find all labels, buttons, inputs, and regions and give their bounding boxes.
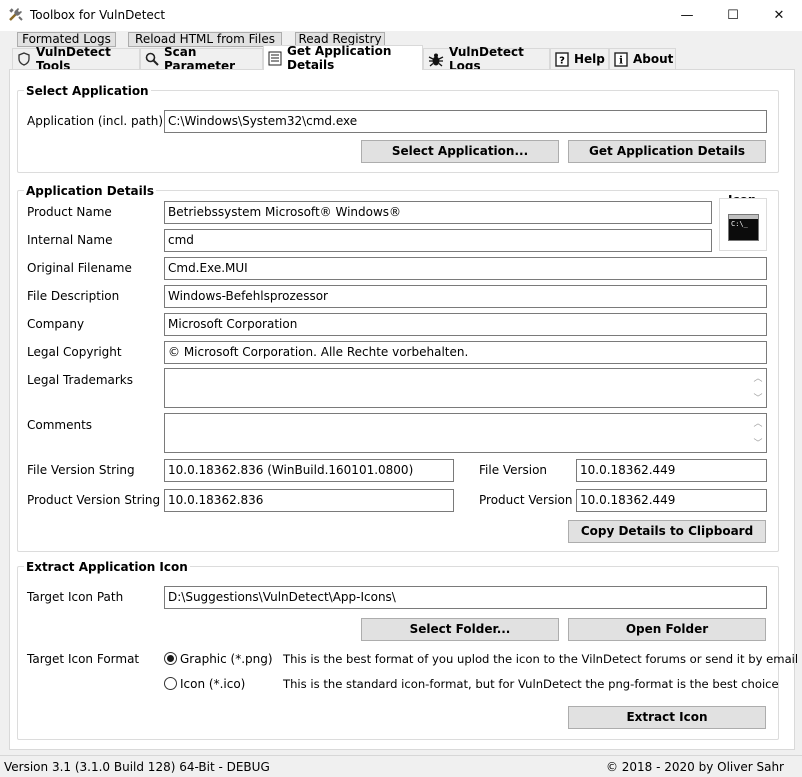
tab-scan-parameter[interactable]: Scan Parameter — [140, 45, 263, 73]
minimize-button[interactable]: — — [664, 0, 710, 31]
svg-text:i: i — [619, 55, 623, 66]
legal-copyright-field[interactable]: © Microsoft Corporation. Alle Rechte vor… — [164, 341, 767, 364]
tab-label: Get Application Details — [287, 44, 392, 72]
png-format-description: This is the best format of you uplod the… — [283, 652, 799, 666]
comments-label: Comments — [27, 418, 93, 432]
legal-trademarks-label: Legal Trademarks — [27, 373, 134, 387]
window-title: Toolbox for VulnDetect — [30, 8, 166, 22]
svg-text:?: ? — [559, 55, 565, 66]
ico-radio-label[interactable]: Icon (*.ico) — [180, 677, 245, 691]
original-filename-label: Original Filename — [27, 261, 132, 275]
original-filename-field[interactable]: Cmd.Exe.MUI — [164, 257, 767, 280]
open-folder-button[interactable]: Open Folder — [568, 618, 766, 641]
scroll-down-icon[interactable]: ﹀ — [753, 389, 762, 407]
png-radio[interactable] — [164, 652, 177, 665]
company-field[interactable]: Microsoft Corporation — [164, 313, 767, 336]
application-path-input[interactable]: C:\Windows\System32\cmd.exe — [164, 110, 767, 133]
tab-vulndetect-logs[interactable]: VulnDetect Logs — [423, 45, 550, 73]
scroll-down-icon[interactable]: ﹀ — [753, 434, 762, 452]
file-description-field[interactable]: Windows-Befehlsprozessor — [164, 285, 767, 308]
close-icon: ✕ — [773, 8, 785, 23]
application-path-label: Application (incl. path) — [27, 114, 164, 128]
extract-icon-button[interactable]: Extract Icon — [568, 706, 766, 729]
product-version-string-label: Product Version String — [27, 493, 161, 507]
scroll-up-icon[interactable]: ︿ — [753, 414, 762, 434]
bug-icon — [428, 52, 444, 67]
legal-copyright-label: Legal Copyright — [27, 345, 122, 359]
tab-about[interactable]: i About — [609, 48, 676, 69]
file-version-field[interactable]: 10.0.18362.449 — [576, 459, 767, 482]
ico-radio[interactable] — [164, 677, 177, 690]
file-version-label: File Version — [479, 463, 548, 477]
tab-label: Help — [574, 52, 605, 66]
legal-trademarks-scrollbar[interactable]: ︿ ﹀ — [750, 369, 766, 407]
icon-frame: C:\_ — [719, 198, 767, 251]
scroll-up-icon[interactable]: ︿ — [753, 369, 762, 389]
comments-scrollbar[interactable]: ︿ ﹀ — [750, 414, 766, 452]
help-icon: ? — [555, 51, 569, 67]
file-description-label: File Description — [27, 289, 120, 303]
status-bar: Version 3.1 (3.1.0 Build 128) 64-Bit - D… — [0, 755, 802, 777]
product-name-label: Product Name — [27, 205, 112, 219]
internal-name-field[interactable]: cmd — [164, 229, 712, 252]
copy-details-button[interactable]: Copy Details to Clipboard — [568, 520, 766, 543]
tab-get-application-details[interactable]: Get Application Details — [263, 44, 423, 72]
comments-field[interactable]: ︿ ﹀ — [164, 413, 767, 453]
target-icon-path-input[interactable]: D:\Suggestions\VulnDetect\App-Icons\ — [164, 586, 767, 609]
legal-trademarks-field[interactable]: ︿ ﹀ — [164, 368, 767, 408]
application-details-title: Application Details — [24, 184, 157, 198]
tab-help[interactable]: ? Help — [550, 48, 609, 69]
tab-vulndetect-tools[interactable]: VulnDetect Tools — [12, 45, 140, 73]
version-status: Version 3.1 (3.1.0 Build 128) 64-Bit - D… — [4, 760, 270, 774]
extract-icon-title: Extract Application Icon — [24, 560, 190, 574]
product-name-field[interactable]: Betriebssystem Microsoft® Windows® — [164, 201, 712, 224]
product-version-string-field[interactable]: 10.0.18362.836 — [164, 489, 454, 512]
list-document-icon — [268, 51, 282, 66]
ico-format-description: This is the standard icon-format, but fo… — [283, 677, 779, 691]
copyright-status: © 2018 - 2020 by Oliver Sahr — [605, 760, 784, 774]
shield-icon — [17, 52, 31, 66]
tools-icon — [8, 7, 24, 23]
file-version-string-field[interactable]: 10.0.18362.836 (WinBuild.160101.0800) — [164, 459, 454, 482]
search-icon — [145, 52, 159, 66]
minimize-icon: — — [680, 8, 694, 23]
tab-label: About — [633, 52, 674, 66]
tab-label: Formated Logs — [22, 32, 111, 46]
company-label: Company — [27, 317, 85, 331]
select-application-button[interactable]: Select Application... — [361, 140, 559, 163]
file-version-string-label: File Version String — [27, 463, 135, 477]
internal-name-label: Internal Name — [27, 233, 113, 247]
title-bar: Toolbox for VulnDetect — ☐ ✕ — [0, 0, 802, 31]
select-folder-button[interactable]: Select Folder... — [361, 618, 559, 641]
maximize-button[interactable]: ☐ — [710, 0, 756, 31]
close-button[interactable]: ✕ — [756, 0, 802, 31]
cmd-icon-text: C:\_ — [731, 220, 748, 228]
target-icon-format-label: Target Icon Format — [27, 652, 140, 666]
get-application-details-button[interactable]: Get Application Details — [568, 140, 766, 163]
info-icon: i — [614, 51, 628, 67]
cmd-icon: C:\_ — [728, 214, 759, 241]
product-version-label: Product Version — [479, 493, 573, 507]
maximize-icon: ☐ — [727, 8, 739, 23]
tab-label: Reload HTML from Files — [135, 32, 275, 46]
select-application-title: Select Application — [24, 84, 151, 98]
product-version-field[interactable]: 10.0.18362.449 — [576, 489, 767, 512]
png-radio-label[interactable]: Graphic (*.png) — [180, 652, 273, 666]
target-icon-path-label: Target Icon Path — [27, 590, 124, 604]
